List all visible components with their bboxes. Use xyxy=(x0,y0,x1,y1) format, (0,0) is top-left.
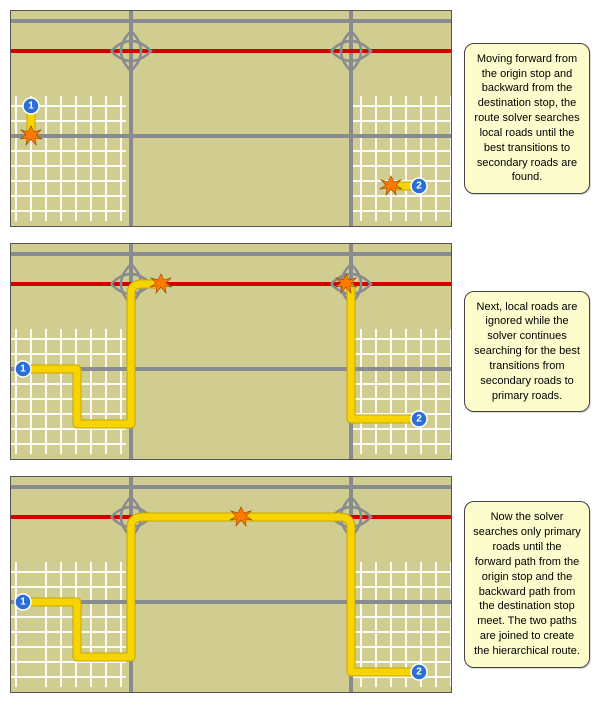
map-svg-2: 1 2 xyxy=(11,244,451,459)
map-svg-1: 1 2 xyxy=(11,11,451,226)
svg-text:1: 1 xyxy=(20,364,26,375)
caption-box-2: Next, local roads are ignored while the … xyxy=(464,291,590,413)
svg-text:1: 1 xyxy=(20,597,26,608)
svg-text:1: 1 xyxy=(28,101,34,112)
map-panel-1: 1 2 xyxy=(10,10,452,227)
stop-origin: 1 xyxy=(15,361,31,377)
panel-row-2: 1 2 Next, local roads are ignored while … xyxy=(10,243,590,460)
panel-row-1: 1 2 Moving forward from the origin stop … xyxy=(10,10,590,227)
stop-destination: 2 xyxy=(411,411,427,427)
map-svg-3: 1 2 xyxy=(11,477,451,692)
local-roads xyxy=(11,96,451,221)
caption-box-3: Now the solver searches only primary roa… xyxy=(464,501,590,667)
stop-destination: 2 xyxy=(411,178,427,194)
stop-origin: 1 xyxy=(23,98,39,114)
svg-text:2: 2 xyxy=(416,181,422,192)
panel-row-3: 1 2 Now the solver searches only primary… xyxy=(10,476,590,693)
svg-text:2: 2 xyxy=(416,667,422,678)
stop-destination: 2 xyxy=(411,664,427,680)
map-panel-3: 1 2 xyxy=(10,476,452,693)
map-panel-2: 1 2 xyxy=(10,243,452,460)
stop-origin: 1 xyxy=(15,594,31,610)
svg-text:2: 2 xyxy=(416,414,422,425)
caption-box-1: Moving forward from the origin stop and … xyxy=(464,43,590,195)
route-path xyxy=(23,517,419,672)
